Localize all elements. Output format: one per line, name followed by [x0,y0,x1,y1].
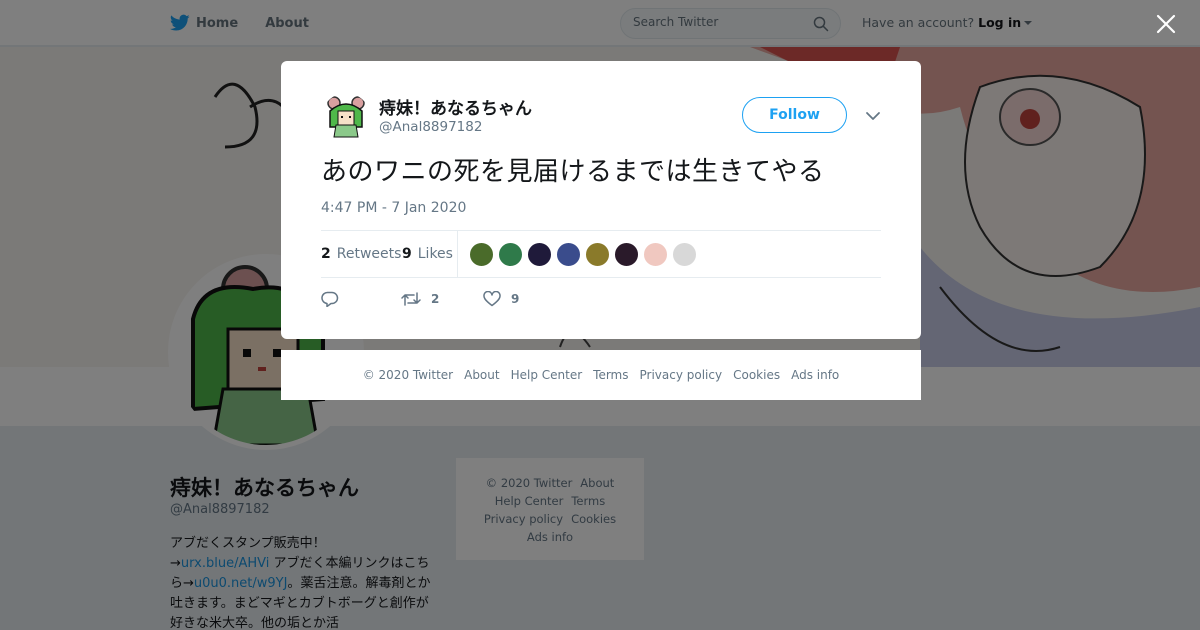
tweet-author-handle[interactable]: @Anal8897182 [379,119,482,135]
liker-avatar[interactable] [643,242,668,267]
tweet-author-avatar[interactable] [322,93,370,141]
liker-avatar[interactable] [614,242,639,267]
liker-avatar[interactable] [585,242,610,267]
tweet-text: あのワニの死を見届けるまでは生きてやる [321,157,825,187]
footer-cookies-link[interactable]: Cookies [733,368,780,382]
retweet-button[interactable]: 2 [401,291,483,307]
like-action-count: 9 [511,292,520,306]
liker-avatar[interactable] [527,242,552,267]
tweet-stats: 2 Retweets 9 Likes [321,230,881,278]
chevron-down-icon[interactable] [865,110,881,122]
pixel-character-avatar [322,93,370,141]
tweet-modal: 痔妹！あなるちゃん @Anal8897182 Follow あのワニの死を見届け… [281,61,921,339]
retweet-action-count: 2 [431,292,440,306]
liker-avatar[interactable] [556,242,581,267]
reply-icon [321,291,339,307]
retweets-label: Retweets [336,246,402,262]
likes-stat[interactable]: 9 Likes [402,246,453,262]
tweet-author-name[interactable]: 痔妹！あなるちゃん [379,94,532,119]
retweets-stat[interactable]: 2 Retweets [321,246,401,262]
liker-avatar[interactable] [672,242,697,267]
footer-ads-link[interactable]: Ads info [791,368,839,382]
footer-about-link[interactable]: About [464,368,499,382]
stats-divider [457,231,458,278]
footer-terms-link[interactable]: Terms [593,368,628,382]
like-button[interactable]: 9 [483,291,519,307]
tweet-timestamp[interactable]: 4:47 PM - 7 Jan 2020 [321,200,466,216]
footer-help-link[interactable]: Help Center [511,368,583,382]
liker-avatar[interactable] [469,242,494,267]
liker-avatars [469,242,701,267]
liker-avatar[interactable] [498,242,523,267]
likes-label: Likes [417,246,453,262]
heart-icon [483,291,501,307]
close-icon[interactable] [1154,12,1178,36]
footer-privacy-link[interactable]: Privacy policy [640,368,723,382]
retweet-icon [401,292,421,306]
tweet-actions: 2 9 [321,289,519,309]
retweets-count: 2 [321,246,331,262]
footer-copyright: © 2020 Twitter [362,368,454,382]
reply-button[interactable] [321,291,401,307]
follow-button[interactable]: Follow [742,97,847,133]
modal-footer: © 2020 Twitter About Help Center Terms P… [281,350,921,400]
likes-count: 9 [402,246,412,262]
